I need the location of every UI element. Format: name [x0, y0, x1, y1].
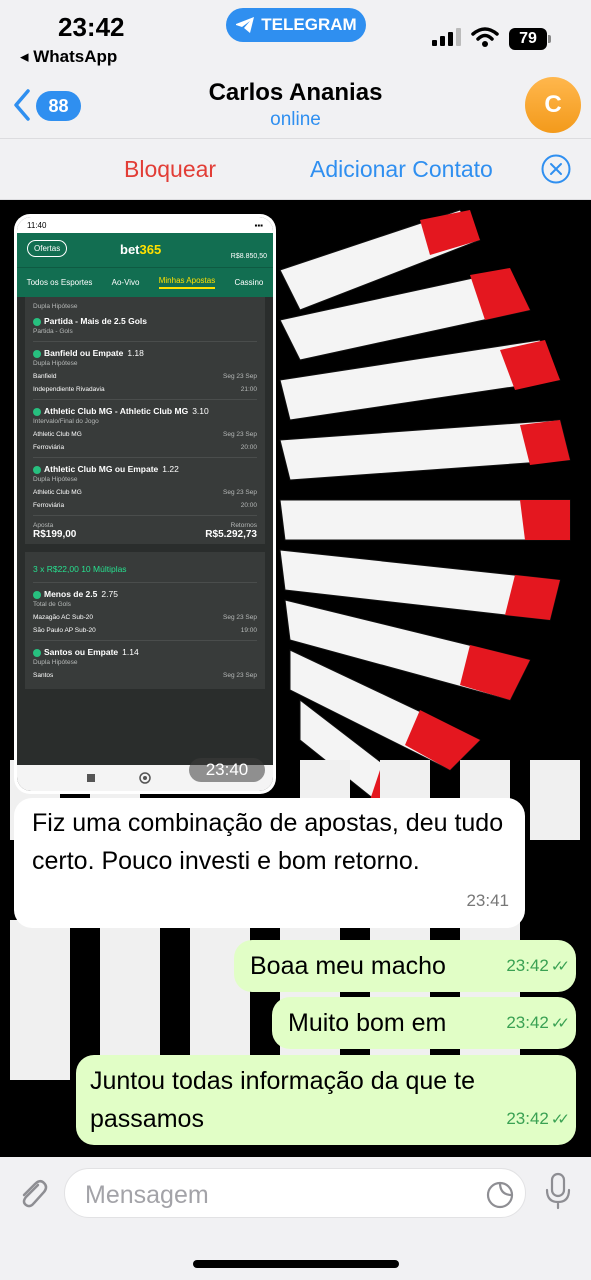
message-time: 23:41 — [466, 891, 509, 910]
bet365-logo: bet365 — [120, 242, 162, 257]
status-bar: 23:42 ◂ WhatsApp TELEGRAM 79 — [0, 0, 591, 78]
add-contact-button[interactable]: Adicionar Contato — [310, 156, 493, 183]
check-icon — [33, 317, 41, 326]
double-check-icon: ✓✓ — [550, 1111, 570, 1128]
wifi-icon — [471, 27, 499, 47]
tab-live: Ao-Vivo — [111, 278, 140, 287]
selection-row: Athletic Club MG - Athletic Club MG 3.10 … — [33, 400, 257, 458]
avatar[interactable]: C — [525, 77, 581, 133]
message-text: Boaa meu macho — [250, 952, 446, 980]
message-text: Muito bom em — [288, 1009, 447, 1037]
message-text: Fiz uma combinação de apostas, deu tudo … — [32, 809, 504, 875]
bet-totals: Aposta R$199,00 Retornos R$5.292,73 — [33, 522, 257, 540]
tab-all-sports: Todos os Esportes — [26, 278, 93, 287]
selection-row: Partida - Mais de 2.5 Gols Partida - Gol… — [33, 310, 257, 342]
clock: 23:42 — [58, 12, 125, 42]
selection-row: Santos ou Empate 1.14 Dupla Hipótese Sant… — [33, 647, 257, 679]
double-check-icon: ✓✓ — [550, 1015, 570, 1032]
ofertas-button: Ofertas — [27, 240, 68, 257]
back-to-app-link[interactable]: ◂ WhatsApp — [20, 47, 117, 67]
close-icon[interactable] — [540, 153, 572, 185]
outgoing-message[interactable]: Boaa meu macho 23:42 ✓✓ — [234, 940, 576, 992]
screenshot-status-icons: ▪▪▪ — [254, 221, 263, 230]
message-time: 23:42 ✓✓ — [506, 1013, 570, 1032]
message-time: 23:42 ✓✓ — [506, 1109, 570, 1128]
chat-header: 88 Carlos Ananias online C — [0, 70, 591, 138]
screenshot-clock: 11:40 — [27, 221, 47, 230]
telegram-pill-label: TELEGRAM — [261, 15, 357, 34]
outgoing-message[interactable]: Juntou todas informação da que te passam… — [76, 1055, 576, 1145]
check-icon — [33, 465, 41, 474]
tab-casino: Cassino — [234, 278, 264, 287]
tab-my-bets: Minhas Apostas — [158, 276, 216, 289]
contact-name[interactable]: Carlos Ananias — [0, 79, 591, 107]
home-indicator[interactable] — [193, 1260, 399, 1268]
contact-status: online — [270, 109, 321, 130]
microphone-icon[interactable] — [544, 1172, 572, 1210]
screenshot-status-bar: 11:40 ▪▪▪ — [17, 217, 273, 233]
block-button[interactable]: Bloquear — [124, 156, 216, 183]
bet-card: Dupla Hipótese Partida - Mais de 2.5 Gol… — [25, 297, 265, 544]
incoming-message[interactable]: Fiz uma combinação de apostas, deu tudo … — [14, 798, 525, 928]
multiples-card: 3 x R$22,00 10 Múltiplas Menos de 2.5 2.7… — [25, 552, 265, 689]
check-icon — [33, 407, 41, 416]
outgoing-message[interactable]: Muito bom em 23:42 ✓✓ — [272, 997, 576, 1049]
bet-slip: Dupla Hipótese Partida - Mais de 2.5 Gol… — [17, 297, 273, 689]
attachment-icon[interactable] — [14, 1175, 50, 1211]
selection-row: Athletic Club MG ou Empate 1.22 Dupla Hip… — [33, 458, 257, 516]
sticker-icon[interactable] — [485, 1180, 515, 1210]
bet365-tabs: Todos os Esportes Ao-Vivo Minhas Apostas… — [17, 267, 273, 297]
image-timestamp: 23:40 — [189, 758, 265, 782]
message-placeholder: Mensagem — [85, 1181, 209, 1209]
check-icon — [33, 349, 41, 358]
telegram-icon — [236, 17, 255, 33]
telegram-pill[interactable]: TELEGRAM — [226, 8, 366, 42]
message-time: 23:42 ✓✓ — [506, 956, 570, 975]
composer-bar: Mensagem — [0, 1157, 591, 1280]
selection-row: Banfield ou Empate 1.18 Dupla Hipótese Ba… — [33, 342, 257, 400]
battery-icon: 79 — [509, 28, 551, 50]
check-icon — [33, 590, 41, 599]
image-message[interactable]: 11:40 ▪▪▪ Ofertas bet365 R$8.850,50 Todo… — [14, 214, 276, 794]
double-check-icon: ✓✓ — [550, 958, 570, 975]
message-input[interactable]: Mensagem — [64, 1168, 526, 1218]
check-icon — [33, 648, 41, 657]
bet-screenshot: 11:40 ▪▪▪ Ofertas bet365 R$8.850,50 Todo… — [17, 217, 273, 791]
selection-row: Menos de 2.5 2.75 Total de Gols Mazagão A… — [33, 583, 257, 641]
account-balance: R$8.850,50 — [230, 253, 267, 260]
bet365-topbar: Ofertas bet365 R$8.850,50 — [17, 233, 273, 267]
signal-icon — [432, 28, 461, 46]
message-text: Juntou todas informação da que te passam… — [90, 1067, 475, 1133]
unknown-contact-bar: Bloquear Adicionar Contato — [0, 138, 591, 200]
